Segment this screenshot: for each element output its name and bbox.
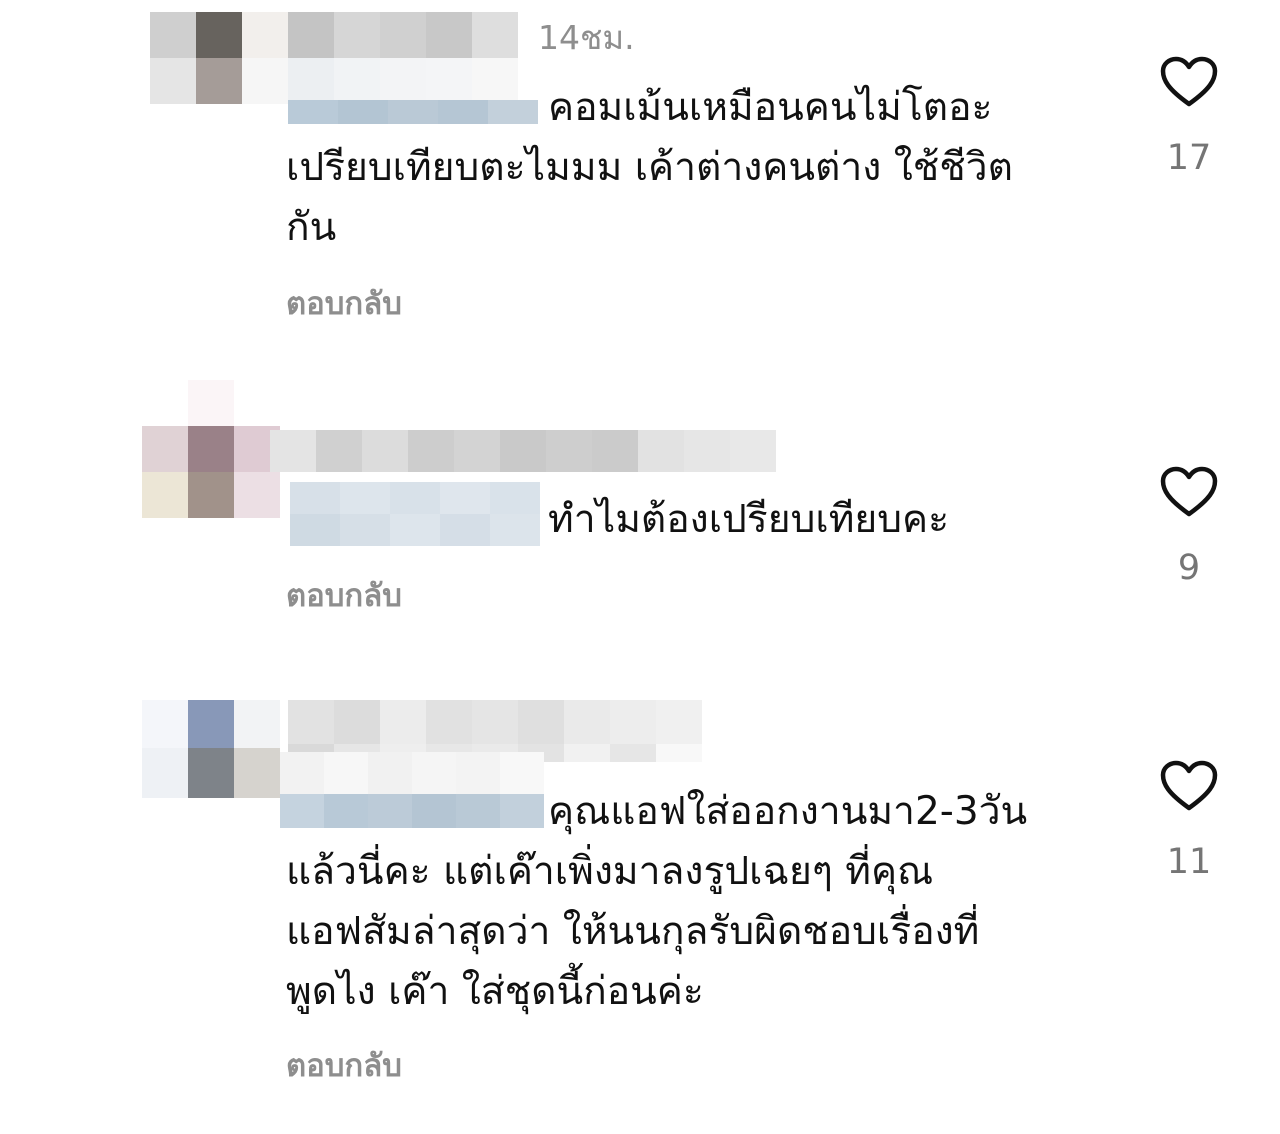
like-button[interactable] — [1160, 760, 1218, 812]
like-count: 11 — [1166, 842, 1212, 882]
heart-outline-icon — [1160, 760, 1218, 811]
reply-button[interactable]: ตอบกลับ — [286, 1046, 402, 1086]
censored-avatar — [142, 700, 280, 798]
comment-3: คุณแอฟใส่ออกงานมา2-3วัน แล้วนี่คะ แต่เค๊… — [0, 0, 1280, 1134]
comment-text: คุณแอฟใส่ออกงานมา2-3วัน แล้วนี่คะ แต่เค๊… — [286, 789, 1028, 1014]
